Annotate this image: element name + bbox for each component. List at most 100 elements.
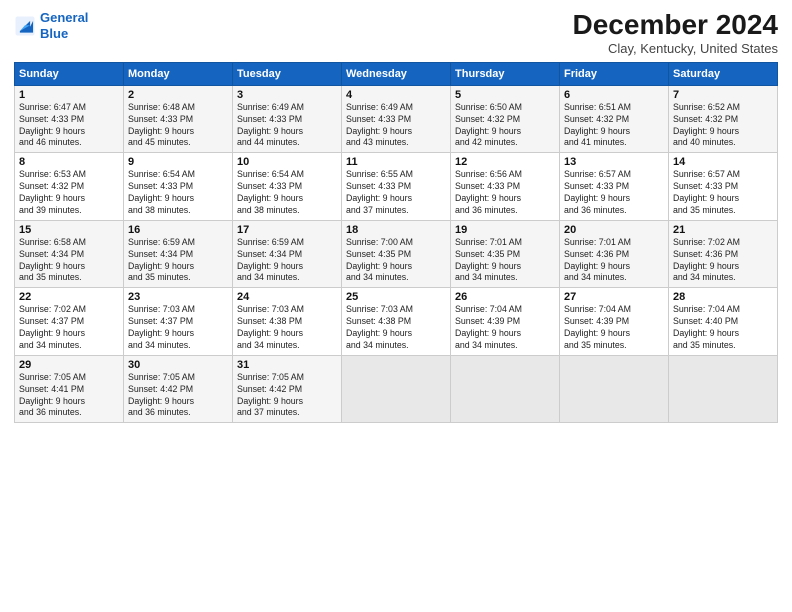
cell-details: Sunrise: 7:04 AMSunset: 4:39 PMDaylight:… <box>564 304 664 352</box>
sunrise-text: Sunrise: 6:50 AM <box>455 102 522 112</box>
cell-details: Sunrise: 6:57 AMSunset: 4:33 PMDaylight:… <box>564 169 664 217</box>
sunset-text: Sunset: 4:33 PM <box>455 181 520 191</box>
header-cell-monday: Monday <box>124 62 233 85</box>
header-cell-saturday: Saturday <box>669 62 778 85</box>
day-number: 24 <box>237 291 337 303</box>
day-number: 6 <box>564 89 664 101</box>
daylight-minutes: and 37 minutes. <box>346 205 409 215</box>
daylight-label: Daylight: 9 hours <box>128 193 194 203</box>
sunset-text: Sunset: 4:32 PM <box>19 181 84 191</box>
calendar-cell: 4Sunrise: 6:49 AMSunset: 4:33 PMDaylight… <box>342 85 451 153</box>
sunset-text: Sunset: 4:34 PM <box>19 249 84 259</box>
cell-details: Sunrise: 6:48 AMSunset: 4:33 PMDaylight:… <box>128 102 228 150</box>
calendar-cell <box>342 355 451 423</box>
daylight-label: Daylight: 9 hours <box>455 126 521 136</box>
sunset-text: Sunset: 4:33 PM <box>346 114 411 124</box>
day-number: 15 <box>19 224 119 236</box>
calendar-cell: 17Sunrise: 6:59 AMSunset: 4:34 PMDayligh… <box>233 220 342 288</box>
daylight-label: Daylight: 9 hours <box>673 261 739 271</box>
daylight-minutes: and 37 minutes. <box>237 407 300 417</box>
sunrise-text: Sunrise: 6:49 AM <box>346 102 413 112</box>
day-number: 1 <box>19 89 119 101</box>
sunset-text: Sunset: 4:42 PM <box>237 384 302 394</box>
sunrise-text: Sunrise: 7:03 AM <box>128 304 195 314</box>
cell-details: Sunrise: 7:02 AMSunset: 4:36 PMDaylight:… <box>673 237 773 285</box>
header-cell-wednesday: Wednesday <box>342 62 451 85</box>
daylight-label: Daylight: 9 hours <box>19 261 85 271</box>
calendar-cell: 26Sunrise: 7:04 AMSunset: 4:39 PMDayligh… <box>451 288 560 356</box>
daylight-label: Daylight: 9 hours <box>237 328 303 338</box>
sunrise-text: Sunrise: 7:05 AM <box>237 372 304 382</box>
cell-details: Sunrise: 6:59 AMSunset: 4:34 PMDaylight:… <box>128 237 228 285</box>
sunset-text: Sunset: 4:33 PM <box>564 181 629 191</box>
cell-details: Sunrise: 6:52 AMSunset: 4:32 PMDaylight:… <box>673 102 773 150</box>
logo-line1: General <box>40 10 88 25</box>
daylight-minutes: and 35 minutes. <box>673 340 736 350</box>
daylight-label: Daylight: 9 hours <box>564 261 630 271</box>
calendar-body: 1Sunrise: 6:47 AMSunset: 4:33 PMDaylight… <box>15 85 778 423</box>
sunrise-text: Sunrise: 7:05 AM <box>19 372 86 382</box>
sunrise-text: Sunrise: 6:54 AM <box>128 169 195 179</box>
sunrise-text: Sunrise: 6:53 AM <box>19 169 86 179</box>
sunset-text: Sunset: 4:33 PM <box>237 114 302 124</box>
daylight-label: Daylight: 9 hours <box>237 261 303 271</box>
main-title: December 2024 <box>573 10 778 41</box>
daylight-label: Daylight: 9 hours <box>19 396 85 406</box>
daylight-label: Daylight: 9 hours <box>19 126 85 136</box>
sunset-text: Sunset: 4:33 PM <box>128 181 193 191</box>
day-number: 22 <box>19 291 119 303</box>
sunrise-text: Sunrise: 7:01 AM <box>455 237 522 247</box>
sunrise-text: Sunrise: 7:01 AM <box>564 237 631 247</box>
cell-details: Sunrise: 7:05 AMSunset: 4:42 PMDaylight:… <box>237 372 337 420</box>
sunset-text: Sunset: 4:35 PM <box>455 249 520 259</box>
day-number: 14 <box>673 156 773 168</box>
day-number: 2 <box>128 89 228 101</box>
calendar-cell: 13Sunrise: 6:57 AMSunset: 4:33 PMDayligh… <box>560 153 669 221</box>
daylight-label: Daylight: 9 hours <box>346 126 412 136</box>
daylight-label: Daylight: 9 hours <box>673 126 739 136</box>
sunset-text: Sunset: 4:36 PM <box>564 249 629 259</box>
calendar-cell: 1Sunrise: 6:47 AMSunset: 4:33 PMDaylight… <box>15 85 124 153</box>
page: General Blue December 2024 Clay, Kentuck… <box>0 0 792 612</box>
cell-details: Sunrise: 7:04 AMSunset: 4:40 PMDaylight:… <box>673 304 773 352</box>
calendar-cell: 30Sunrise: 7:05 AMSunset: 4:42 PMDayligh… <box>124 355 233 423</box>
day-number: 31 <box>237 359 337 371</box>
calendar-cell: 18Sunrise: 7:00 AMSunset: 4:35 PMDayligh… <box>342 220 451 288</box>
header-cell-friday: Friday <box>560 62 669 85</box>
cell-details: Sunrise: 7:04 AMSunset: 4:39 PMDaylight:… <box>455 304 555 352</box>
header-cell-tuesday: Tuesday <box>233 62 342 85</box>
cell-details: Sunrise: 6:54 AMSunset: 4:33 PMDaylight:… <box>237 169 337 217</box>
calendar-week-row: 22Sunrise: 7:02 AMSunset: 4:37 PMDayligh… <box>15 288 778 356</box>
cell-details: Sunrise: 7:01 AMSunset: 4:35 PMDaylight:… <box>455 237 555 285</box>
sunrise-text: Sunrise: 6:59 AM <box>237 237 304 247</box>
calendar-cell: 25Sunrise: 7:03 AMSunset: 4:38 PMDayligh… <box>342 288 451 356</box>
day-number: 13 <box>564 156 664 168</box>
calendar-cell: 21Sunrise: 7:02 AMSunset: 4:36 PMDayligh… <box>669 220 778 288</box>
daylight-minutes: and 35 minutes. <box>673 205 736 215</box>
day-number: 23 <box>128 291 228 303</box>
sunrise-text: Sunrise: 7:00 AM <box>346 237 413 247</box>
calendar-cell: 29Sunrise: 7:05 AMSunset: 4:41 PMDayligh… <box>15 355 124 423</box>
daylight-minutes: and 45 minutes. <box>128 137 191 147</box>
logo: General Blue <box>14 10 88 41</box>
cell-details: Sunrise: 6:57 AMSunset: 4:33 PMDaylight:… <box>673 169 773 217</box>
daylight-minutes: and 44 minutes. <box>237 137 300 147</box>
sunset-text: Sunset: 4:33 PM <box>237 181 302 191</box>
daylight-label: Daylight: 9 hours <box>128 396 194 406</box>
sunset-text: Sunset: 4:32 PM <box>455 114 520 124</box>
cell-details: Sunrise: 6:49 AM Sunset: 4:33 PM Daylight:… <box>346 102 446 150</box>
cell-details: Sunrise: 7:03 AMSunset: 4:38 PMDaylight:… <box>237 304 337 352</box>
sunrise-text: Sunrise: 7:03 AM <box>346 304 413 314</box>
cell-details: Sunrise: 6:55 AMSunset: 4:33 PMDaylight:… <box>346 169 446 217</box>
daylight-label: Daylight: 9 hours <box>128 261 194 271</box>
daylight-minutes: and 34 minutes. <box>455 272 518 282</box>
logo-text: General Blue <box>40 10 88 41</box>
daylight-label: Daylight: 9 hours <box>128 328 194 338</box>
daylight-label: Daylight: 9 hours <box>346 193 412 203</box>
daylight-minutes: and 34 minutes. <box>346 272 409 282</box>
cell-details: Sunrise: 7:01 AM Sunset: 4:36 PM Daylight:… <box>564 237 664 285</box>
daylight-label: Daylight: 9 hours <box>19 193 85 203</box>
cell-details: Sunrise: 6:47 AMSunset: 4:33 PMDaylight:… <box>19 102 119 150</box>
daylight-label: Daylight: 9 hours <box>673 193 739 203</box>
calendar-cell: 27Sunrise: 7:04 AMSunset: 4:39 PMDayligh… <box>560 288 669 356</box>
